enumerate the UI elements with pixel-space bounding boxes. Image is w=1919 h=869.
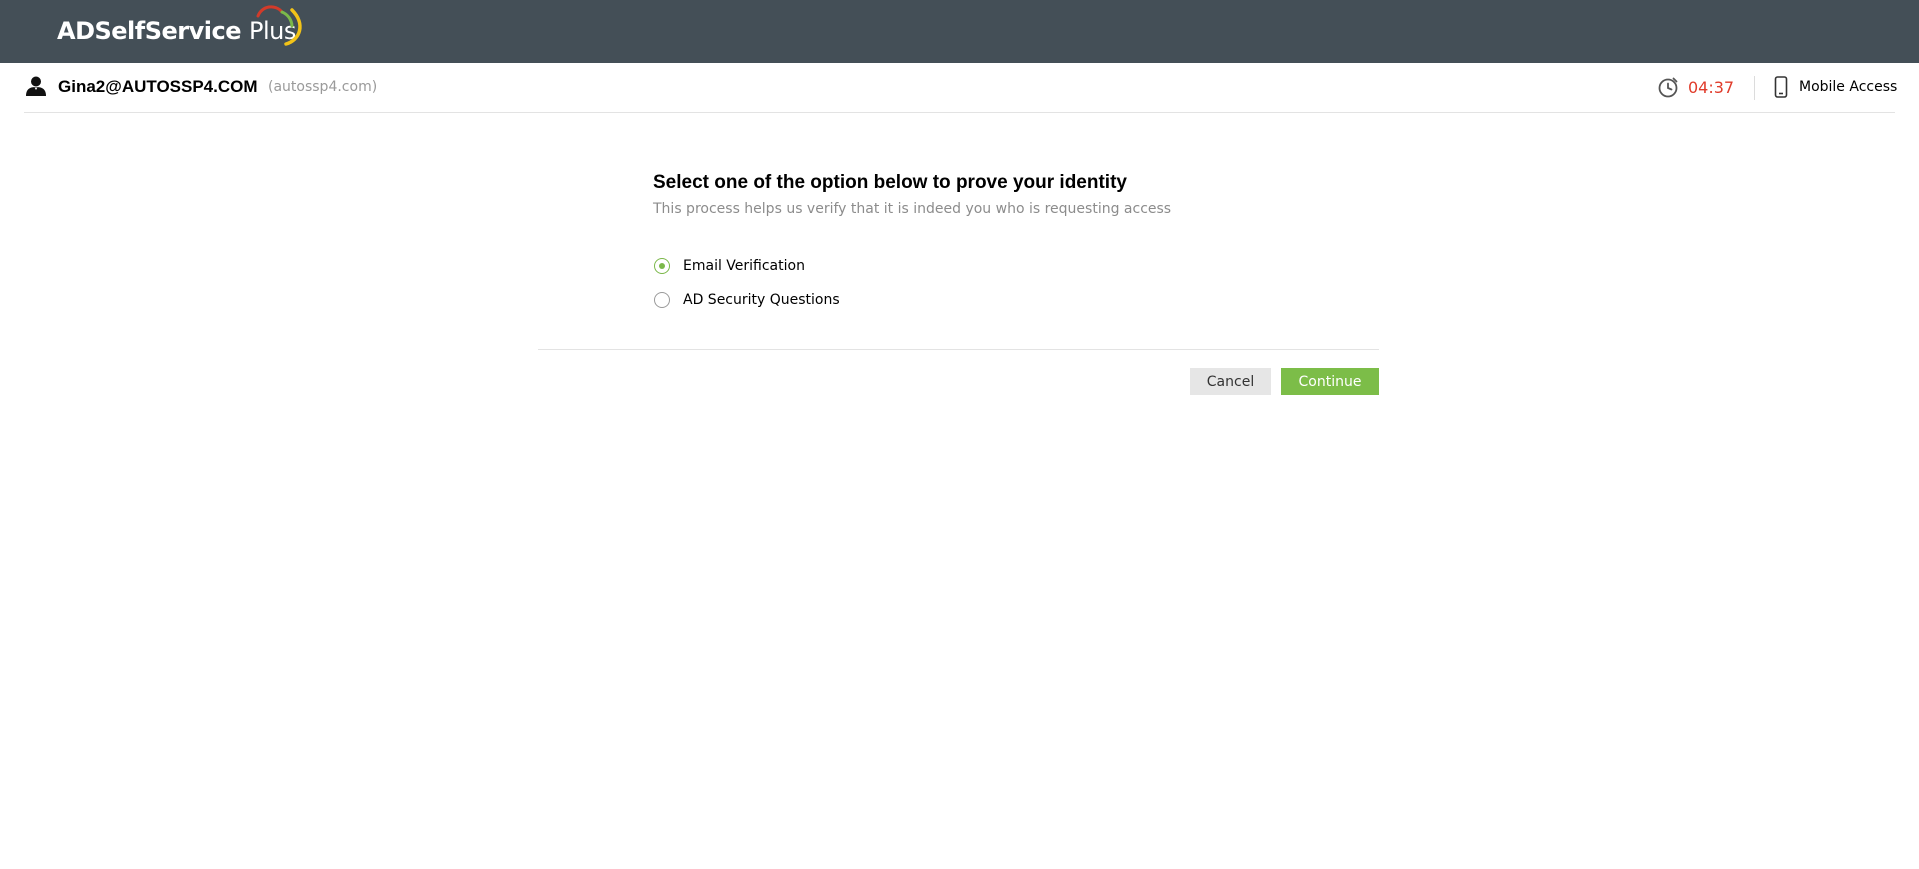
page-title: Select one of the option below to prove … [653,172,1127,193]
top-header-bar: ADSelfService Plus [0,0,1919,63]
page-subtitle: This process helps us verify that it is … [653,201,1172,217]
mobile-access-label[interactable]: Mobile Access [1799,79,1897,95]
email-verification-radio[interactable] [654,258,670,274]
user-domain: (autossp4.com) [268,79,378,95]
continue-button[interactable]: Continue [1281,368,1379,395]
session-timer: 04:37 [1657,75,1734,99]
panel-divider [538,349,1379,350]
option-email-verification[interactable]: Email Verification [654,255,805,277]
user-info-bar: Gina2@AUTOSSP4.COM (autossp4.com) 04:37 … [24,63,1897,113]
clock-icon [1658,77,1678,98]
option-label[interactable]: Email Verification [683,258,805,274]
option-ad-security-questions[interactable]: AD Security Questions [654,289,840,311]
cancel-button[interactable]: Cancel [1190,368,1271,395]
session-timer-value: 04:37 [1688,77,1735,97]
option-label[interactable]: AD Security Questions [683,292,840,308]
ad-security-questions-radio[interactable] [654,292,670,308]
mobile-phone-icon [1774,76,1788,98]
header-divider [1754,76,1755,100]
user-account-name: Gina2@AUTOSSP4.COM [58,77,258,96]
mobile-access-link[interactable]: Mobile Access [1774,75,1897,99]
user-icon [26,76,46,96]
logo-arc-icon [256,5,302,46]
